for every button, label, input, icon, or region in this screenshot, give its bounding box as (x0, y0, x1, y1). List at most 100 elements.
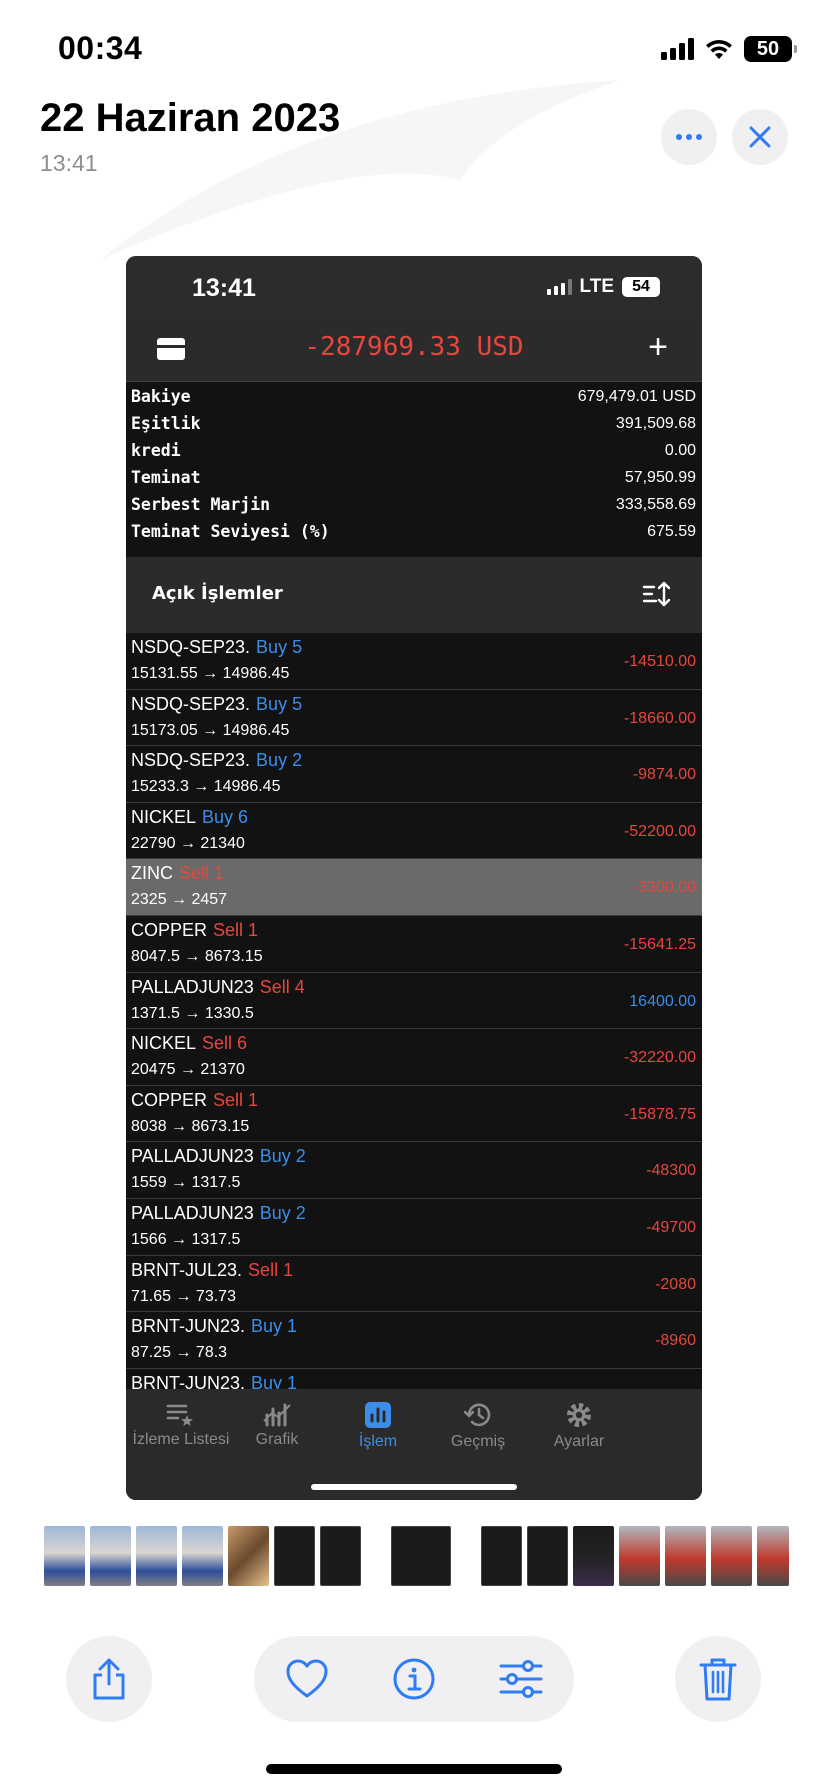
position-prices: 15233.3 → 14986.45 (131, 778, 281, 796)
sort-icon[interactable] (642, 579, 672, 609)
thumbnail[interactable] (573, 1526, 614, 1586)
adjust-button[interactable] (498, 1656, 544, 1702)
delete-button[interactable] (675, 1636, 761, 1722)
chart-icon (219, 1401, 335, 1427)
thumbnail[interactable] (619, 1526, 660, 1586)
close-button[interactable] (732, 109, 788, 165)
position-symbol: NICKEL (131, 806, 197, 827)
position-row[interactable]: BRNT-JUN23. Buy 1 (126, 1368, 702, 1389)
account-row: Teminat Seviyesi (%) 675.59 (126, 518, 702, 545)
position-profit-loss: 16400.00 (629, 992, 696, 1010)
open-positions-list: NSDQ-SEP23. Buy 5 15131.55 → 14986.45 -1451… (126, 633, 702, 1389)
thumbnail-current[interactable] (391, 1526, 451, 1586)
info-icon (393, 1658, 435, 1700)
position-title: NSDQ-SEP23. Buy 2 (131, 750, 302, 771)
position-row[interactable]: ZINC Sell 1 2325 → 2457 -3300.00 (126, 859, 702, 916)
position-symbol: BRNT-JUN23. (131, 1372, 246, 1389)
position-row[interactable]: COPPER Sell 1 8047.5 → 8673.15 -15641.25 (126, 915, 702, 973)
position-symbol: COPPER (131, 919, 208, 940)
thumbnail[interactable] (481, 1526, 522, 1586)
screenshot-signal-icon (546, 279, 572, 295)
account-row-value: 391,509.68 (615, 414, 696, 432)
position-symbol: ZINC (131, 863, 173, 884)
tab-label: İşlem (358, 1433, 398, 1450)
thumbnail[interactable] (711, 1526, 752, 1586)
tab-chart[interactable]: Grafik (219, 1401, 335, 1449)
thumbnail[interactable] (665, 1526, 706, 1586)
tab-trade[interactable]: İşlem (320, 1401, 436, 1451)
thumbnail[interactable] (44, 1526, 85, 1586)
position-row[interactable]: BRNT-JUN23. Buy 1 87.25 → 78.3 -8960 (126, 1312, 702, 1369)
position-row[interactable]: PALLADJUN23 Sell 4 1371.5 → 1330.5 16400.00 (126, 972, 702, 1030)
tab-settings[interactable]: Ayarlar (521, 1401, 637, 1451)
history-icon (420, 1401, 536, 1429)
thumbnail[interactable] (320, 1526, 361, 1586)
account-row-label: Serbest Marjin (131, 495, 271, 514)
position-symbol: PALLADJUN23 (131, 1146, 254, 1167)
more-button[interactable] (661, 109, 717, 165)
position-prices: 8047.5 → 8673.15 (131, 947, 263, 965)
position-profit-loss: -14510.00 (623, 653, 696, 670)
favorite-button[interactable] (284, 1656, 330, 1702)
tab-bar: İzleme Listesi Grafik İşlem Geçmiş Ayarlar (126, 1389, 702, 1500)
position-prices: 2325 → 2457 (131, 891, 228, 909)
thumbnail[interactable] (90, 1526, 131, 1586)
position-row[interactable]: COPPER Sell 1 8038 → 8673.15 -15878.75 (126, 1085, 702, 1143)
position-side: Buy 1 (251, 1316, 298, 1337)
position-row[interactable]: NICKEL Sell 6 20475 → 21370 -32220.00 (126, 1029, 702, 1086)
heart-icon (286, 1659, 328, 1698)
position-row[interactable]: NSDQ-SEP23. Buy 2 15233.3 → 14986.45 -9874.… (126, 746, 702, 803)
position-row[interactable]: NICKEL Buy 6 22790 → 21340 -52200.00 (126, 802, 702, 860)
position-title: ZINC Sell 1 (131, 863, 224, 884)
photo-viewer: 00:34 50 22 Haziran 2023 13:41 13:41 LTE… (0, 0, 828, 1792)
position-row[interactable]: NSDQ-SEP23. Buy 5 15173.05 → 14986.45 -1866… (126, 689, 702, 747)
thumbnail[interactable] (228, 1526, 269, 1586)
account-row-value: 333,558.69 (615, 495, 696, 513)
position-symbol: COPPER (131, 1089, 208, 1110)
position-symbol: NICKEL (131, 1033, 197, 1054)
share-button[interactable] (66, 1636, 152, 1722)
position-prices: 8038 → 8673.15 (131, 1117, 250, 1135)
photo-actions-group (254, 1636, 574, 1722)
account-row-value: 57,950.99 (624, 468, 696, 486)
tab-history[interactable]: Geçmiş (420, 1401, 536, 1451)
open-positions-header: Açık İşlemler (126, 557, 702, 633)
account-row-label: Eşitlik (131, 414, 201, 433)
account-row-label: kredi (131, 441, 181, 460)
position-row[interactable]: PALLADJUN23 Buy 2 1566 → 1317.5 -49700 (126, 1198, 702, 1256)
thumbnail[interactable] (274, 1526, 315, 1586)
thumbnail[interactable] (527, 1526, 568, 1586)
thumbnail-strip[interactable] (44, 1526, 789, 1586)
position-prices: 15173.05 → 14986.45 (131, 721, 290, 739)
position-profit-loss: -9874.00 (632, 766, 696, 784)
position-row[interactable]: PALLADJUN23 Buy 2 1559 → 1317.5 -48300 (126, 1142, 702, 1199)
position-side: Sell 1 (179, 863, 225, 884)
position-title: COPPER Sell 1 (131, 1090, 258, 1111)
thumbnail[interactable] (182, 1526, 223, 1586)
position-symbol: BRNT-JUN23. (131, 1316, 246, 1337)
position-row[interactable]: NSDQ-SEP23. Buy 5 15131.55 → 14986.45 -1451… (126, 633, 702, 690)
tab-label: Ayarlar (553, 1433, 605, 1450)
info-button[interactable] (391, 1656, 437, 1702)
account-row: Serbest Marjin 333,558.69 (126, 491, 702, 518)
battery-icon: 50 (744, 36, 797, 62)
open-positions-title: Açık İşlemler (152, 583, 283, 604)
thumbnail[interactable] (136, 1526, 177, 1586)
position-symbol: NSDQ-SEP23. (131, 637, 251, 657)
adjust-icon (499, 1660, 543, 1698)
thumbnail[interactable] (757, 1526, 789, 1586)
trash-icon (699, 1658, 737, 1701)
position-profit-loss: -3300.00 (632, 879, 696, 897)
position-profit-loss: -18660.00 (623, 709, 696, 727)
total-profit-loss: -287969.33 USD (304, 332, 524, 362)
add-order-button[interactable]: + (648, 328, 668, 367)
position-row[interactable]: BRNT-JUL23. Sell 1 71.65 → 73.73 -2080 (126, 1255, 702, 1313)
trade-icon (320, 1401, 436, 1429)
position-profit-loss: -32220.00 (623, 1049, 696, 1067)
position-prices: 15131.55 → 14986.45 (131, 665, 290, 682)
screenshot-image[interactable]: 13:41 LTE 54 -287969.33 USD + Bakiye 679,… (126, 256, 702, 1500)
share-icon (93, 1658, 125, 1700)
photo-date-title: 22 Haziran 2023 (40, 96, 341, 140)
position-title: PALLADJUN23 Buy 2 (131, 1203, 306, 1224)
position-side: Buy 2 (259, 1146, 306, 1167)
